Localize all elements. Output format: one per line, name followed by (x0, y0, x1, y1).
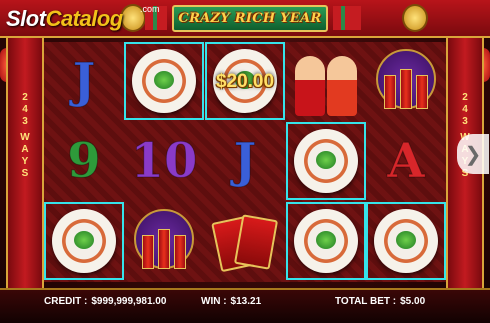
dumpling-plate-icon (294, 209, 358, 273)
prize-amount: $20.00 (215, 71, 275, 92)
dumpling-plate-icon (52, 209, 116, 273)
site-logo: SlotCatalog (6, 6, 123, 31)
ways-char: 3 (22, 116, 28, 127)
reel-cell: 10 (124, 122, 204, 200)
card-symbol: A (387, 133, 425, 190)
reel-cell: J (44, 42, 124, 120)
ways-char: 4 (462, 104, 468, 115)
card-symbol: 9 (67, 133, 101, 190)
dumpling-plate-icon (294, 129, 358, 193)
children-wild-icon (291, 46, 361, 116)
total-bet-display: TOTAL BET : $5.00 (335, 296, 425, 307)
reel-cell (44, 202, 124, 280)
slot-game-screen: CRAZY RICH YEAR SlotCatalog .com 243WAYS… (0, 0, 490, 323)
ways-indicator-left: 243 WAYS (19, 92, 31, 180)
credit-display: CREDIT : $999,999,981.00 (44, 296, 166, 307)
card-symbol: 10 (130, 133, 198, 190)
credit-label: CREDIT : (44, 296, 88, 307)
red-envelope-icon (211, 211, 279, 273)
reel-cell: J (205, 122, 285, 200)
ways-char: 3 (462, 116, 468, 127)
reel-cell: A (366, 122, 446, 200)
card-symbol: J (233, 133, 257, 190)
firecracker-icon (134, 209, 194, 273)
card-symbol: J (72, 53, 96, 110)
reel-cell: $20.00 (205, 42, 285, 120)
ways-char: A (21, 144, 29, 155)
site-logo-suffix: .com (140, 4, 160, 14)
win-display: WIN : $13.21 (201, 296, 261, 307)
gold-medallion-icon (402, 4, 428, 32)
ways-char: Y (21, 156, 29, 167)
ways-char: S (21, 168, 29, 179)
dumpling-plate-icon (374, 209, 438, 273)
total-bet-label: TOTAL BET : (335, 296, 397, 307)
total-bet-value: $5.00 (400, 296, 426, 307)
reel-cell (205, 202, 285, 280)
reel-cell (124, 42, 204, 120)
next-page-button[interactable]: ❯ (457, 134, 489, 174)
banner-ornament (333, 6, 361, 30)
game-title-plate: CRAZY RICH YEAR (172, 5, 328, 32)
dumpling-plate-icon (132, 49, 196, 113)
win-value: $13.21 (230, 296, 262, 307)
reel-cell (286, 122, 366, 200)
reel-cell (366, 42, 446, 120)
reel-cell (366, 202, 446, 280)
reel-cell (124, 202, 204, 280)
ways-char: 2 (462, 92, 468, 103)
reel-cell (286, 42, 366, 120)
reel-cell: 9 (44, 122, 124, 200)
reel-cell (286, 202, 366, 280)
game-title: CRAZY RICH YEAR (178, 11, 322, 26)
credit-value: $999,999,981.00 (91, 296, 167, 307)
firecracker-icon (376, 49, 436, 113)
ways-char: 4 (22, 104, 28, 115)
ways-char: W (20, 132, 30, 143)
reel-grid: J 9 10 $20.00 J A (44, 42, 446, 282)
chevron-right-icon: ❯ (464, 143, 482, 166)
win-label: WIN : (201, 296, 227, 307)
ways-char: 2 (22, 92, 28, 103)
